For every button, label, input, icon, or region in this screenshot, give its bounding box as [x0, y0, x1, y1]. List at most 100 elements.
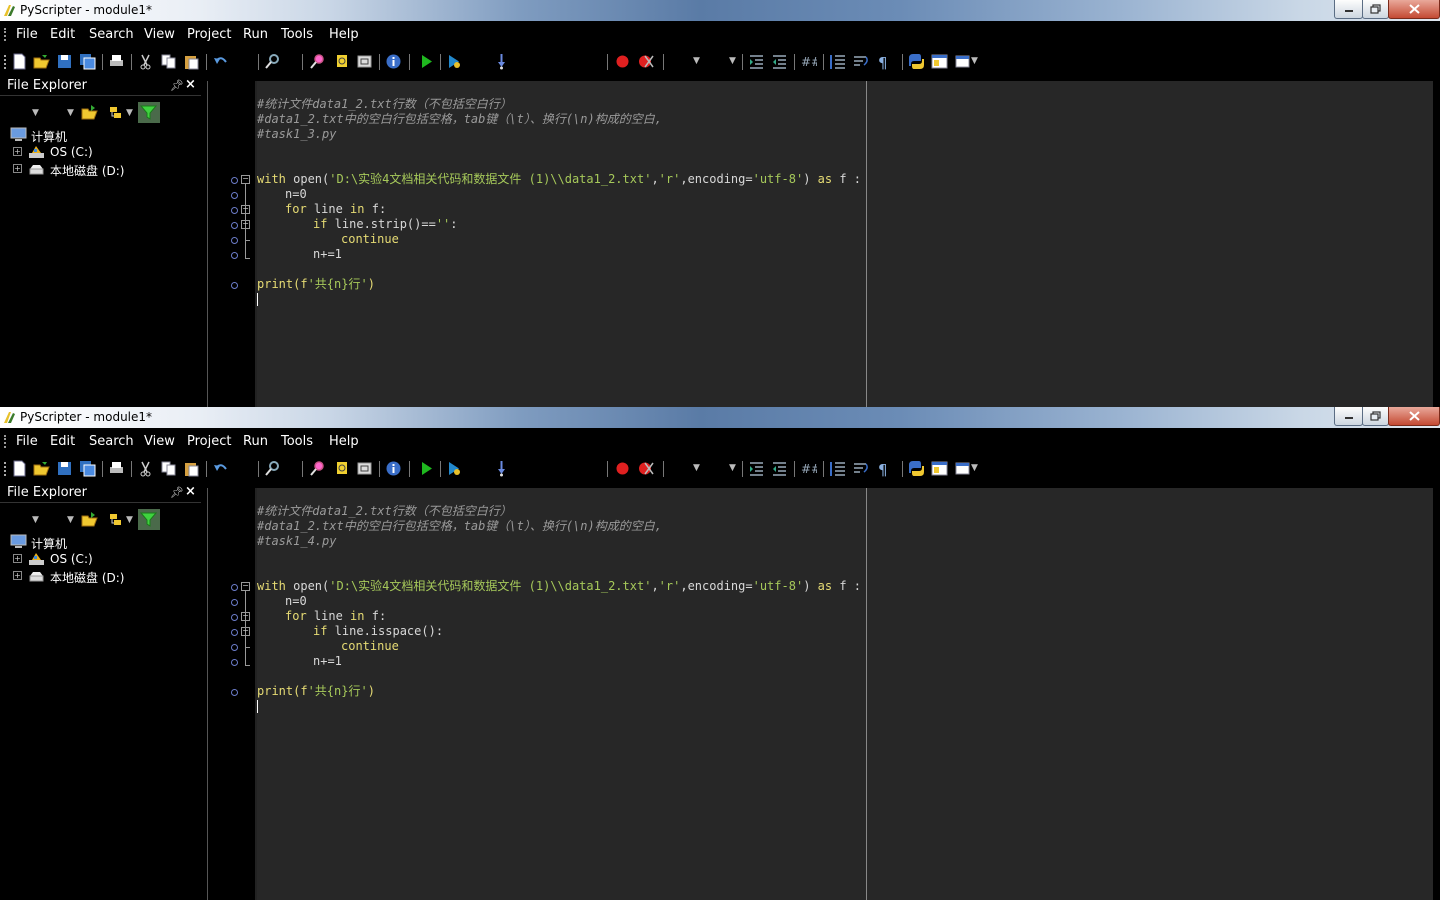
menu-run[interactable]: Run	[243, 434, 268, 449]
menu-project[interactable]: Project	[187, 434, 231, 449]
breakpoint-marker[interactable]	[231, 177, 238, 184]
minimize-button[interactable]	[1334, 407, 1363, 426]
word-wrap-icon[interactable]	[852, 53, 869, 70]
run-icon[interactable]	[418, 460, 435, 477]
line-numbers-icon[interactable]	[829, 53, 846, 70]
step-into-icon[interactable]	[493, 53, 510, 70]
breakpoint-marker[interactable]	[231, 599, 238, 606]
menu-tools[interactable]: Tools	[281, 27, 313, 42]
chevron-down-icon[interactable]: ▼	[126, 515, 133, 525]
replace-icon[interactable]	[333, 53, 350, 70]
indent-icon[interactable]	[748, 460, 765, 477]
word-wrap-icon[interactable]	[852, 460, 869, 477]
menu-view[interactable]: View	[144, 434, 175, 449]
chevron-down-icon[interactable]: ▼	[971, 463, 978, 473]
step-into-icon[interactable]	[493, 460, 510, 477]
dedent-icon[interactable]	[771, 460, 788, 477]
run-icon[interactable]	[418, 53, 435, 70]
fold-collapse-icon[interactable]: −	[241, 205, 250, 214]
chevron-down-icon[interactable]: ▼	[693, 56, 700, 66]
copy-icon[interactable]	[160, 460, 177, 477]
chevron-down-icon[interactable]: ▼	[971, 56, 978, 66]
breakpoint-marker[interactable]	[231, 644, 238, 651]
print-icon[interactable]	[108, 53, 125, 70]
python-icon[interactable]	[908, 460, 925, 477]
breakpoint-marker[interactable]	[231, 207, 238, 214]
browse-folder-icon[interactable]	[81, 511, 98, 528]
restore-button[interactable]	[1362, 0, 1389, 19]
cut-icon[interactable]	[137, 460, 154, 477]
breakpoint-icon[interactable]	[614, 53, 631, 70]
clear-breakpoints-icon[interactable]	[637, 53, 654, 70]
filter-icon[interactable]	[140, 511, 157, 528]
cut-icon[interactable]	[137, 53, 154, 70]
chevron-down-icon[interactable]: ▼	[126, 108, 133, 118]
breakpoint-marker[interactable]	[231, 252, 238, 259]
layout-icon[interactable]	[931, 53, 948, 70]
close-window-button[interactable]	[1388, 0, 1440, 19]
indent-icon[interactable]	[748, 53, 765, 70]
find-in-files-icon[interactable]	[309, 460, 326, 477]
menu-run[interactable]: Run	[243, 27, 268, 42]
layout-icon[interactable]	[931, 460, 948, 477]
chevron-down-icon[interactable]: ▼	[729, 56, 736, 66]
paste-icon[interactable]	[183, 53, 200, 70]
breakpoint-marker[interactable]	[231, 614, 238, 621]
breakpoint-marker[interactable]	[231, 584, 238, 591]
save-all-icon[interactable]	[79, 53, 96, 70]
breakpoint-marker[interactable]	[231, 192, 238, 199]
editor-gutter[interactable]: − − −	[208, 81, 255, 407]
goto-line-icon[interactable]	[356, 460, 373, 477]
pin-icon[interactable]: 📌︎	[170, 486, 184, 499]
menu-grip[interactable]	[4, 28, 8, 41]
chevron-down-icon[interactable]: ▼	[67, 108, 74, 118]
undo-icon[interactable]	[212, 460, 229, 477]
menu-project[interactable]: Project	[187, 27, 231, 42]
chevron-down-icon[interactable]: ▼	[729, 463, 736, 473]
code-editor[interactable]: − − − #统计文件data1_2.txt行数（不包括空白行） #data1_…	[207, 81, 1434, 407]
favorites-icon[interactable]	[109, 104, 126, 121]
open-folder-icon[interactable]	[33, 53, 50, 70]
new-file-icon[interactable]	[11, 460, 28, 477]
code-editor[interactable]: − − − #统计文件data1_2.txt行数（不包括空白行） #data1_…	[207, 488, 1434, 900]
expand-icon[interactable]: +	[13, 164, 22, 173]
save-icon[interactable]	[56, 53, 73, 70]
menu-help[interactable]: Help	[329, 434, 359, 449]
menu-search[interactable]: Search	[89, 434, 134, 449]
menu-file[interactable]: File	[16, 27, 38, 42]
show-special-chars-icon[interactable]: ¶	[875, 53, 892, 70]
menu-tools[interactable]: Tools	[281, 434, 313, 449]
info-icon[interactable]	[385, 53, 402, 70]
chevron-down-icon[interactable]: ▼	[32, 108, 39, 118]
fold-collapse-icon[interactable]: −	[241, 220, 250, 229]
breakpoint-marker[interactable]	[231, 629, 238, 636]
info-icon[interactable]	[385, 460, 402, 477]
chevron-down-icon[interactable]: ▼	[693, 463, 700, 473]
breakpoint-marker[interactable]	[231, 237, 238, 244]
fold-collapse-icon[interactable]: −	[241, 627, 250, 636]
find-icon[interactable]	[264, 460, 281, 477]
breakpoint-icon[interactable]	[614, 460, 631, 477]
replace-icon[interactable]	[333, 460, 350, 477]
favorites-icon[interactable]	[109, 511, 126, 528]
open-folder-icon[interactable]	[33, 460, 50, 477]
breakpoint-marker[interactable]	[231, 659, 238, 666]
menu-file[interactable]: File	[16, 434, 38, 449]
expand-icon[interactable]: +	[13, 147, 22, 156]
toolbar-grip[interactable]	[4, 462, 8, 476]
new-file-icon[interactable]	[11, 53, 28, 70]
window-layout-icon[interactable]	[955, 53, 972, 70]
minimize-button[interactable]	[1334, 0, 1363, 19]
browse-folder-icon[interactable]	[81, 104, 98, 121]
print-icon[interactable]	[108, 460, 125, 477]
chevron-down-icon[interactable]: ▼	[32, 515, 39, 525]
breakpoint-marker[interactable]	[231, 689, 238, 696]
show-special-chars-icon[interactable]: ¶	[875, 460, 892, 477]
save-all-icon[interactable]	[79, 460, 96, 477]
toolbar-grip[interactable]	[4, 55, 8, 69]
close-panel-icon[interactable]: ×	[185, 77, 196, 92]
menu-search[interactable]: Search	[89, 27, 134, 42]
restore-button[interactable]	[1362, 407, 1389, 426]
code-text-area[interactable]: #统计文件data1_2.txt行数（不包括空白行） #data1_2.txt中…	[257, 488, 1434, 900]
fold-collapse-icon[interactable]: −	[241, 175, 250, 184]
